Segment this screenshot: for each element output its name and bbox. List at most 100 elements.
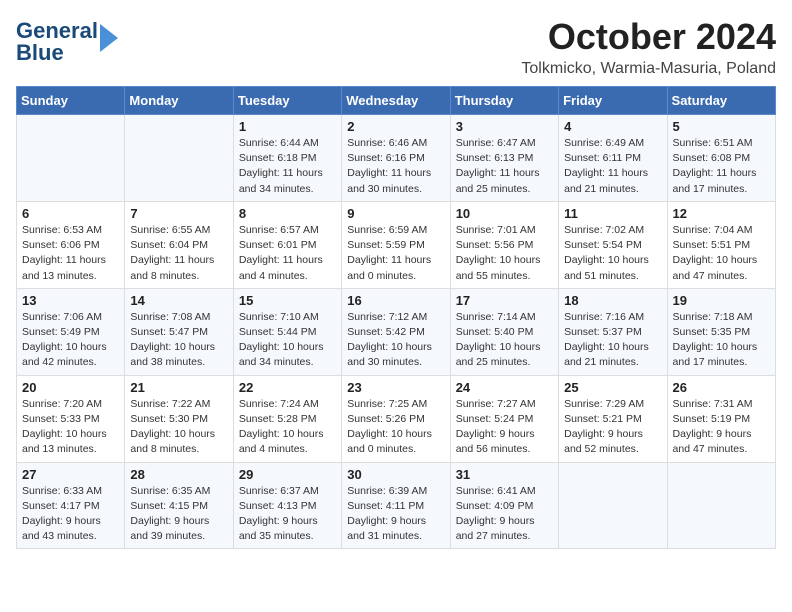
day-number: 8 — [239, 206, 336, 221]
col-header-friday: Friday — [559, 87, 667, 115]
day-info: Sunrise: 6:44 AM Sunset: 6:18 PM Dayligh… — [239, 136, 336, 197]
day-number: 24 — [456, 380, 553, 395]
calendar-week-row: 6 Sunrise: 6:53 AM Sunset: 6:06 PM Daylig… — [17, 201, 776, 288]
day-info: Sunrise: 6:41 AM Sunset: 4:09 PM Dayligh… — [456, 484, 553, 545]
calendar-cell: 20Sunrise: 7:20 AM Sunset: 5:33 PM Dayli… — [17, 375, 125, 462]
day-number: 2 — [347, 119, 444, 134]
calendar-week-row: 1 Sunrise: 6:44 AM Sunset: 6:18 PM Daylig… — [17, 115, 776, 202]
day-number: 23 — [347, 380, 444, 395]
day-info: Sunrise: 7:22 AM Sunset: 5:30 PM Dayligh… — [130, 397, 227, 458]
day-number: 18 — [564, 293, 661, 308]
calendar-cell: 17 Sunrise: 7:14 AM Sunset: 5:40 PM Dayli… — [450, 288, 558, 375]
page-header: General Blue October 2024 Tolkmicko, War… — [16, 16, 776, 78]
day-info: Sunrise: 6:57 AM Sunset: 6:01 PM Dayligh… — [239, 223, 336, 284]
day-number: 13 — [22, 293, 119, 308]
day-number: 10 — [456, 206, 553, 221]
day-info: Sunrise: 6:39 AM Sunset: 4:11 PM Dayligh… — [347, 484, 444, 545]
day-number: 7 — [130, 206, 227, 221]
calendar-cell: 15 Sunrise: 7:10 AM Sunset: 5:44 PM Dayli… — [233, 288, 341, 375]
calendar-cell — [667, 462, 775, 549]
col-header-wednesday: Wednesday — [342, 87, 450, 115]
day-info: Sunrise: 7:01 AM Sunset: 5:56 PM Dayligh… — [456, 223, 553, 284]
day-number: 16 — [347, 293, 444, 308]
calendar-cell: 16Sunrise: 7:12 AM Sunset: 5:42 PM Dayli… — [342, 288, 450, 375]
calendar-cell: 14 Sunrise: 7:08 AM Sunset: 5:47 PM Dayli… — [125, 288, 233, 375]
day-number: 1 — [239, 119, 336, 134]
day-number: 9 — [347, 206, 444, 221]
calendar-cell: 19 Sunrise: 7:18 AM Sunset: 5:35 PM Dayli… — [667, 288, 775, 375]
day-number: 30 — [347, 467, 444, 482]
day-info: Sunrise: 7:08 AM Sunset: 5:47 PM Dayligh… — [130, 310, 227, 371]
day-info: Sunrise: 7:18 AM Sunset: 5:35 PM Dayligh… — [673, 310, 770, 371]
day-number: 31 — [456, 467, 553, 482]
day-info: Sunrise: 6:53 AM Sunset: 6:06 PM Dayligh… — [22, 223, 119, 284]
calendar-cell: 28 Sunrise: 6:35 AM Sunset: 4:15 PM Dayli… — [125, 462, 233, 549]
col-header-sunday: Sunday — [17, 87, 125, 115]
calendar-cell: 2 Sunrise: 6:46 AM Sunset: 6:16 PM Daylig… — [342, 115, 450, 202]
day-info: Sunrise: 7:16 AM Sunset: 5:37 PM Dayligh… — [564, 310, 661, 371]
calendar-cell: 24 Sunrise: 7:27 AM Sunset: 5:24 PM Dayli… — [450, 375, 558, 462]
day-info: Sunrise: 7:14 AM Sunset: 5:40 PM Dayligh… — [456, 310, 553, 371]
col-header-tuesday: Tuesday — [233, 87, 341, 115]
day-number: 19 — [673, 293, 770, 308]
day-number: 21 — [130, 380, 227, 395]
calendar-cell: 9 Sunrise: 6:59 AM Sunset: 5:59 PM Daylig… — [342, 201, 450, 288]
day-number: 27 — [22, 467, 119, 482]
calendar-cell: 18 Sunrise: 7:16 AM Sunset: 5:37 PM Dayli… — [559, 288, 667, 375]
day-number: 15 — [239, 293, 336, 308]
day-number: 17 — [456, 293, 553, 308]
day-info: Sunrise: 6:59 AM Sunset: 5:59 PM Dayligh… — [347, 223, 444, 284]
month-title: October 2024 — [521, 16, 776, 58]
day-info: Sunrise: 6:37 AM Sunset: 4:13 PM Dayligh… — [239, 484, 336, 545]
day-number: 25 — [564, 380, 661, 395]
day-number: 3 — [456, 119, 553, 134]
day-info: Sunrise: 6:35 AM Sunset: 4:15 PM Dayligh… — [130, 484, 227, 545]
calendar-cell: 3Sunrise: 6:47 AM Sunset: 6:13 PM Daylig… — [450, 115, 558, 202]
day-info: Sunrise: 7:06 AM Sunset: 5:49 PM Dayligh… — [22, 310, 119, 371]
col-header-monday: Monday — [125, 87, 233, 115]
col-header-saturday: Saturday — [667, 87, 775, 115]
calendar-cell: 27 Sunrise: 6:33 AM Sunset: 4:17 PM Dayli… — [17, 462, 125, 549]
calendar-cell: 31 Sunrise: 6:41 AM Sunset: 4:09 PM Dayli… — [450, 462, 558, 549]
day-number: 11 — [564, 206, 661, 221]
location-title: Tolkmicko, Warmia-Masuria, Poland — [521, 60, 776, 78]
day-info: Sunrise: 7:10 AM Sunset: 5:44 PM Dayligh… — [239, 310, 336, 371]
day-info: Sunrise: 7:04 AM Sunset: 5:51 PM Dayligh… — [673, 223, 770, 284]
calendar-cell: 10 Sunrise: 7:01 AM Sunset: 5:56 PM Dayli… — [450, 201, 558, 288]
calendar-cell: 30 Sunrise: 6:39 AM Sunset: 4:11 PM Dayli… — [342, 462, 450, 549]
day-info: Sunrise: 6:33 AM Sunset: 4:17 PM Dayligh… — [22, 484, 119, 545]
day-info: Sunrise: 6:55 AM Sunset: 6:04 PM Dayligh… — [130, 223, 227, 284]
calendar-week-row: 13 Sunrise: 7:06 AM Sunset: 5:49 PM Dayli… — [17, 288, 776, 375]
calendar-cell: 5Sunrise: 6:51 AM Sunset: 6:08 PM Daylig… — [667, 115, 775, 202]
day-number: 14 — [130, 293, 227, 308]
calendar-cell: 12 Sunrise: 7:04 AM Sunset: 5:51 PM Dayli… — [667, 201, 775, 288]
calendar-cell: 13 Sunrise: 7:06 AM Sunset: 5:49 PM Dayli… — [17, 288, 125, 375]
day-info: Sunrise: 6:49 AM Sunset: 6:11 PM Dayligh… — [564, 136, 661, 197]
calendar-cell: 21 Sunrise: 7:22 AM Sunset: 5:30 PM Dayli… — [125, 375, 233, 462]
day-number: 22 — [239, 380, 336, 395]
calendar-cell — [125, 115, 233, 202]
calendar-week-row: 27 Sunrise: 6:33 AM Sunset: 4:17 PM Dayli… — [17, 462, 776, 549]
calendar-cell: 25Sunrise: 7:29 AM Sunset: 5:21 PM Dayli… — [559, 375, 667, 462]
day-number: 20 — [22, 380, 119, 395]
calendar-cell: 4Sunrise: 6:49 AM Sunset: 6:11 PM Daylig… — [559, 115, 667, 202]
logo-text-line2: Blue — [16, 42, 98, 64]
day-info: Sunrise: 7:02 AM Sunset: 5:54 PM Dayligh… — [564, 223, 661, 284]
calendar-header-row: SundayMondayTuesdayWednesdayThursdayFrid… — [17, 87, 776, 115]
day-number: 6 — [22, 206, 119, 221]
day-number: 28 — [130, 467, 227, 482]
day-number: 5 — [673, 119, 770, 134]
calendar-cell: 29Sunrise: 6:37 AM Sunset: 4:13 PM Dayli… — [233, 462, 341, 549]
col-header-thursday: Thursday — [450, 87, 558, 115]
calendar-cell: 23 Sunrise: 7:25 AM Sunset: 5:26 PM Dayli… — [342, 375, 450, 462]
day-info: Sunrise: 7:31 AM Sunset: 5:19 PM Dayligh… — [673, 397, 770, 458]
logo: General Blue — [16, 20, 118, 64]
day-number: 12 — [673, 206, 770, 221]
title-block: October 2024 Tolkmicko, Warmia-Masuria, … — [521, 16, 776, 78]
logo-arrow-icon — [100, 24, 118, 52]
day-info: Sunrise: 6:46 AM Sunset: 6:16 PM Dayligh… — [347, 136, 444, 197]
calendar-week-row: 20Sunrise: 7:20 AM Sunset: 5:33 PM Dayli… — [17, 375, 776, 462]
day-info: Sunrise: 7:24 AM Sunset: 5:28 PM Dayligh… — [239, 397, 336, 458]
day-info: Sunrise: 7:25 AM Sunset: 5:26 PM Dayligh… — [347, 397, 444, 458]
day-info: Sunrise: 7:27 AM Sunset: 5:24 PM Dayligh… — [456, 397, 553, 458]
